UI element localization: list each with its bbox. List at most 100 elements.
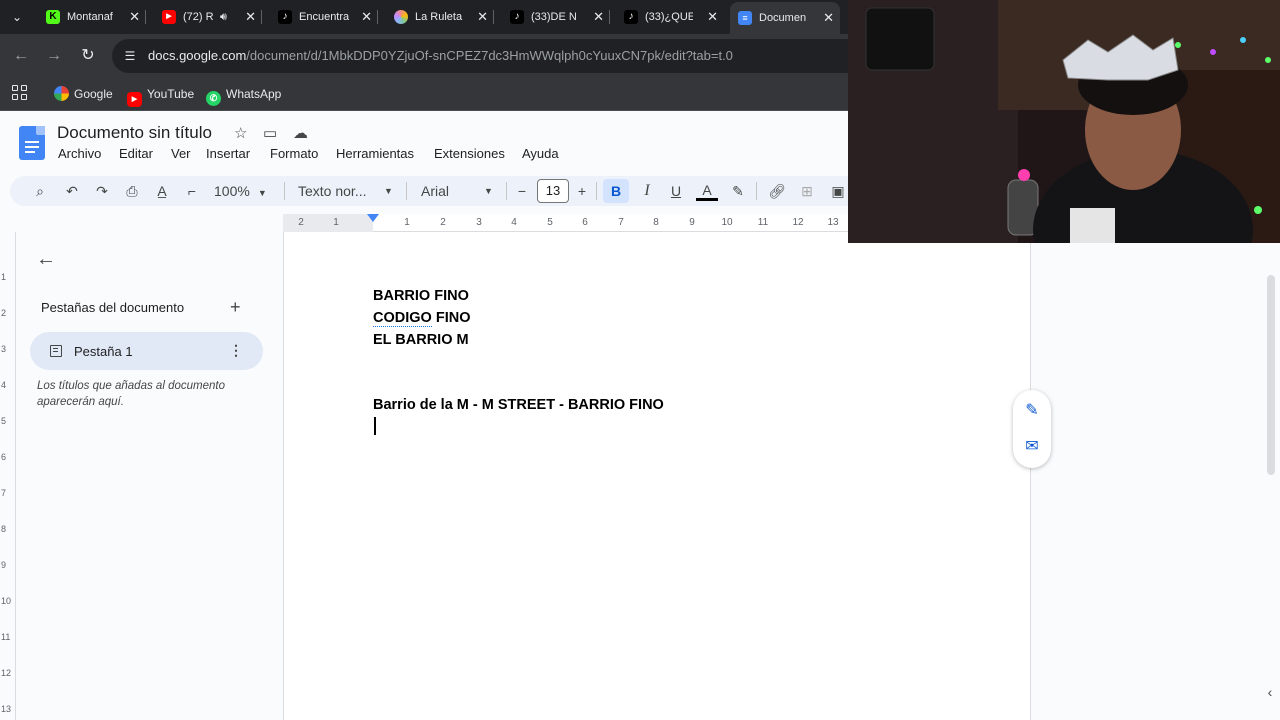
italic-button[interactable]: I [637,179,657,203]
browser-tab[interactable]: ♪ (33)¿QUE ✕ [616,4,724,30]
bookmark-google[interactable]: Google [54,83,113,105]
tab-search-icon[interactable]: ⌄ [6,7,28,27]
doc-line-2[interactable]: CODIGO FINO [373,310,471,327]
audio-icon[interactable]: 🔊︎ [220,4,227,30]
close-tab-icon[interactable]: ✕ [477,4,488,30]
dropdown-arrow-icon: ▼ [257,188,267,198]
doc-line-4[interactable]: Barrio de la M - M STREET - BARRIO FINO [373,397,664,413]
horizontal-ruler[interactable]: 2 1 1 2 3 4 5 6 7 8 9 10 11 12 13 [283,214,848,232]
menu-editar[interactable]: Editar [119,146,153,161]
menu-ayuda[interactable]: Ayuda [522,146,559,161]
browser-tab-strip: ⌄ K Montanaf ✕ ▶ (72) R 🔊︎ ✕ ♪ Encuentra… [0,0,848,34]
spellcheck-icon[interactable]: A̲ [152,179,172,203]
more-options-icon[interactable]: ⋮ [229,342,243,359]
document-page[interactable] [283,232,1031,720]
chevron-left-icon[interactable]: ‹ [1262,682,1278,702]
insert-link-icon[interactable]: 🔗︎ [766,179,788,203]
toolbar-divider [284,182,285,200]
document-tab-item[interactable]: Pestaña 1 ⋮ [30,332,263,370]
menu-insertar[interactable]: Insertar [206,146,250,161]
menu-herramientas[interactable]: Herramientas [336,146,414,161]
hide-tabs-back-icon[interactable]: ← [36,248,58,270]
url-path: /document/d/1MbkDDP0YZjuOf-snCPEZ7dc3HmW… [246,48,733,63]
tab-separator [377,10,378,24]
bookmark-whatsapp[interactable]: ✆ WhatsApp [206,83,282,106]
insert-image-icon[interactable]: ▣ [828,179,848,203]
undo-icon[interactable]: ↶ [62,179,82,203]
forward-icon[interactable]: → [42,44,66,68]
youtube-icon: ▶ [162,10,176,24]
toolbar-divider [406,182,407,200]
back-icon[interactable]: ← [9,44,33,68]
screen: { "browser": { "tabs": [ {"title": "Mont… [0,0,1280,720]
add-comment-icon[interactable]: ✉ [1022,437,1042,457]
underline-button[interactable]: U [666,179,686,203]
tab-separator [261,10,262,24]
close-tab-icon[interactable]: ✕ [245,4,256,30]
text-color-button[interactable]: A [696,179,718,201]
insert-comment-icon[interactable]: ⊞ [797,179,817,203]
increase-font-size-button[interactable]: + [574,179,590,203]
site-info-icon[interactable]: ☰ [122,48,138,64]
star-icon[interactable]: ☆ [234,124,247,142]
toolbar-divider [756,182,757,200]
document-title[interactable]: Documento sin título [57,123,212,143]
url-text[interactable]: docs.google.com/document/d/1MbkDDP0YZjuO… [148,39,733,73]
menu-ver[interactable]: Ver [171,146,191,161]
close-tab-icon[interactable]: ✕ [823,2,834,34]
redo-icon[interactable]: ↷ [92,179,112,203]
decrease-font-size-button[interactable]: − [514,179,530,203]
search-menus-icon[interactable]: ⌕ [30,179,50,203]
browser-tab[interactable]: La Ruleta ✕ [386,4,494,30]
vertical-scrollbar[interactable] [1267,275,1275,475]
document-tab-icon [50,345,62,357]
browser-tab[interactable]: K Montanaf ✕ [38,4,146,30]
ruler-number: 8 [1,524,7,534]
browser-tab[interactable]: ♪ (33)DE N ✕ [502,4,610,30]
bookmark-label: WhatsApp [226,87,282,101]
move-folder-icon[interactable]: ▭ [263,124,277,142]
bookmark-youtube[interactable]: ▶ YouTube [127,83,195,107]
style-value: Texto nor... [298,183,367,199]
ruler-number: 9 [1,560,7,570]
font-size-input[interactable]: 13 [537,179,569,203]
browser-tab-active[interactable]: ≡ Documen ✕ [730,2,840,34]
ruler-number: 5 [547,217,553,228]
menu-extensiones[interactable]: Extensiones [434,146,505,161]
bookmark-label: YouTube [147,87,195,101]
add-tab-icon[interactable]: + [230,297,241,318]
help-me-write-icon[interactable]: ✎ [1022,401,1042,421]
bold-button[interactable]: B [603,179,629,203]
menu-formato[interactable]: Formato [270,146,318,161]
browser-tab[interactable]: ♪ Encuentra ✕ [270,4,378,30]
paragraph-style-select[interactable]: Texto nor... ▼ [298,179,394,203]
doc-line-2-rest: FINO [431,310,471,326]
tab-separator [493,10,494,24]
paint-format-icon[interactable]: ⌐ [182,179,202,203]
spelling-suggestion[interactable]: CODIGO [373,310,432,327]
address-bar[interactable]: ☰ docs.google.com/document/d/1MbkDDP0YZj… [112,39,848,73]
font-family-select[interactable]: Arial ▼ [421,179,495,203]
doc-line-1[interactable]: BARRIO FINO [373,288,469,304]
print-icon[interactable]: ⎙ [122,179,142,203]
doc-line-3[interactable]: EL BARRIO M [373,332,469,348]
browser-tab[interactable]: ▶ (72) R 🔊︎ ✕ [154,4,262,30]
dropdown-arrow-icon: ▼ [384,186,393,196]
reload-icon[interactable]: ↻ [76,44,100,68]
dropdown-arrow-icon: ▼ [484,186,493,196]
cloud-status-icon[interactable]: ☁ [293,124,308,142]
tab-title: Montanaf [67,11,113,23]
docs-logo-icon[interactable] [19,126,45,160]
close-tab-icon[interactable]: ✕ [129,4,140,30]
menu-archivo[interactable]: Archivo [58,146,101,161]
apps-grid-icon[interactable] [12,85,28,101]
horizontal-ruler-area: 2 1 1 2 3 4 5 6 7 8 9 10 11 12 13 [0,208,848,232]
close-tab-icon[interactable]: ✕ [361,4,372,30]
close-tab-icon[interactable]: ✕ [593,4,604,30]
indent-marker[interactable] [367,214,379,222]
highlight-color-icon[interactable]: ✎ [728,179,748,203]
zoom-select[interactable]: 100% ▼ [214,179,272,203]
format-toolbar: ⌕ ↶ ↷ ⎙ A̲ ⌐ 100% ▼ Texto nor... ▼ Arial ▼ … [0,174,848,208]
tab-title: (33)¿QUE [645,11,693,23]
close-tab-icon[interactable]: ✕ [707,4,718,30]
